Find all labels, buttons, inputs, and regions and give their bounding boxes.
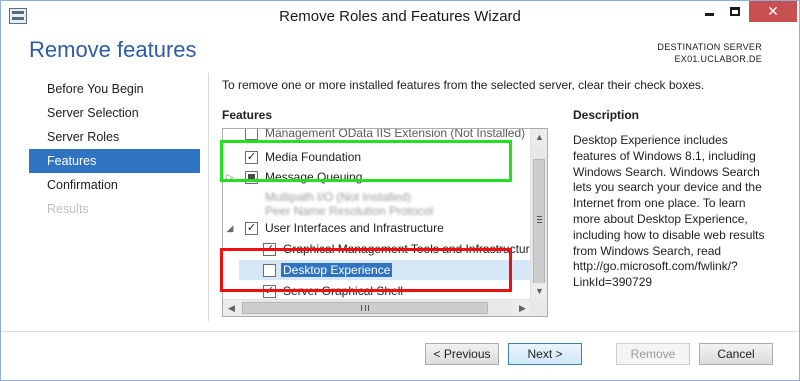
collapse-arrow-icon[interactable]: ◢ xyxy=(225,218,235,238)
horizontal-scrollbar[interactable]: ◀ ▶ xyxy=(223,299,531,316)
nav-item-features[interactable]: Features xyxy=(29,149,200,173)
feature-label: Peer Name Resolution Protocol xyxy=(265,204,434,218)
remove-button[interactable]: Remove xyxy=(616,343,690,365)
wizard-nav: Before You Begin Server Selection Server… xyxy=(29,77,200,221)
scroll-down-icon[interactable]: ▼ xyxy=(531,283,547,300)
previous-button[interactable]: < Previous xyxy=(425,343,499,365)
grip-icon xyxy=(361,305,369,311)
minimize-icon xyxy=(704,13,714,16)
tree-row-user-interfaces[interactable]: ◢ ✓ User Interfaces and Infrastructure xyxy=(223,218,531,238)
close-button[interactable]: ✕ xyxy=(749,1,797,22)
wizard-window: Remove Roles and Features Wizard ✕ Remov… xyxy=(0,0,800,381)
green-highlight-box xyxy=(220,140,512,182)
destination-label: DESTINATION SERVER xyxy=(657,42,762,52)
grip-icon xyxy=(537,216,542,223)
scroll-left-icon[interactable]: ◀ xyxy=(223,300,240,316)
maximize-button[interactable] xyxy=(722,1,748,22)
nav-item-results: Results xyxy=(47,202,89,216)
instructions-text: To remove one or more installed features… xyxy=(222,78,705,92)
description-heading: Description xyxy=(573,108,640,122)
vertical-scrollbar[interactable]: ▲ ▼ xyxy=(530,129,547,300)
destination-server-name: EX01.UCLABOR.DE xyxy=(674,54,762,64)
vertical-scroll-thumb[interactable] xyxy=(533,159,545,285)
feature-checkbox-checked[interactable]: ✓ xyxy=(245,222,258,235)
destination-server: DESTINATION SERVER EX01.UCLABOR.DE xyxy=(657,41,762,65)
feature-label: Management OData IIS Extension (Not Inst… xyxy=(265,129,526,140)
nav-divider xyxy=(208,73,209,321)
feature-label: User Interfaces and Infrastructure xyxy=(265,221,444,235)
nav-item-server-roles[interactable]: Server Roles xyxy=(29,125,200,149)
nav-item-confirmation[interactable]: Confirmation xyxy=(29,173,200,197)
cancel-button[interactable]: Cancel xyxy=(699,343,773,365)
close-icon: ✕ xyxy=(767,3,779,19)
footer-divider xyxy=(1,331,799,332)
description-text: Desktop Experience includes features of … xyxy=(573,133,765,290)
minimize-button[interactable] xyxy=(696,1,722,22)
scroll-up-icon[interactable]: ▲ xyxy=(531,129,547,146)
title-bar[interactable]: Remove Roles and Features Wizard ✕ xyxy=(1,1,799,31)
window-title: Remove Roles and Features Wizard xyxy=(279,8,521,25)
feature-checkbox[interactable] xyxy=(245,129,258,140)
next-button[interactable]: Next > xyxy=(508,343,582,365)
nav-item-server-selection[interactable]: Server Selection xyxy=(29,101,200,125)
red-highlight-box xyxy=(220,248,512,292)
horizontal-scroll-thumb[interactable] xyxy=(242,302,488,314)
nav-item-before-you-begin[interactable]: Before You Begin xyxy=(29,77,200,101)
scroll-right-icon[interactable]: ▶ xyxy=(514,300,531,316)
page-title: Remove features xyxy=(29,37,197,62)
scrollbar-corner xyxy=(530,299,547,316)
maximize-icon xyxy=(730,7,740,16)
features-label: Features xyxy=(222,108,273,122)
